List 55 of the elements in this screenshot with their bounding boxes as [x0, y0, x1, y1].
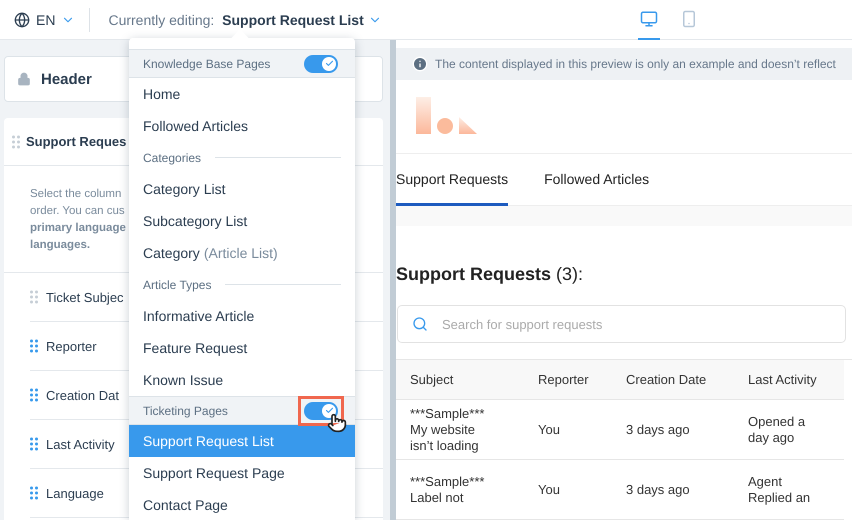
- toggle-switch[interactable]: [304, 402, 338, 420]
- column-label: Creation Dat: [46, 388, 119, 402]
- column-header: Subject: [396, 360, 524, 400]
- table-cell: Opened a day ago: [734, 400, 844, 460]
- table-cell: 3 days ago: [612, 460, 734, 520]
- menu-item[interactable]: Contact Page: [129, 489, 355, 520]
- menu-item[interactable]: Informative Article: [129, 300, 355, 332]
- logo-drawing: [416, 97, 478, 136]
- column-header: Creation Date: [612, 360, 734, 400]
- column-label: Ticket Subjec: [46, 290, 124, 304]
- search-field[interactable]: Search for support requests: [397, 305, 846, 343]
- desktop-icon: [640, 10, 658, 28]
- section-title: Knowledge Base Pages: [143, 56, 270, 70]
- section-heading: Support Requests (3):: [396, 264, 584, 285]
- menu-item[interactable]: Home: [129, 78, 355, 110]
- page-selector[interactable]: Currently editing: Support Request List: [108, 12, 382, 28]
- column-label: Last Activity: [46, 436, 115, 452]
- column-header: Last Activity: [734, 360, 844, 400]
- drag-handle-icon[interactable]: [12, 134, 20, 148]
- table-cell: ***Sample*** My website isn’t loading: [396, 400, 524, 460]
- column-label: Reporter: [46, 338, 97, 354]
- drag-handle-icon[interactable]: [30, 437, 38, 451]
- menu-item[interactable]: Followed Articles: [129, 110, 355, 142]
- tab[interactable]: Followed Articles: [544, 154, 650, 206]
- section-title: Ticketing Pages: [143, 404, 228, 418]
- menu-item[interactable]: Category List: [129, 173, 355, 205]
- table-cell: ***Sample*** Label not: [396, 460, 524, 520]
- check-icon: [324, 59, 334, 68]
- language-selector[interactable]: EN: [14, 8, 90, 32]
- subheading: Article Types: [143, 278, 212, 292]
- drag-handle-icon[interactable]: [30, 290, 38, 304]
- toggle-switch[interactable]: [304, 54, 338, 72]
- drag-handle-icon[interactable]: [30, 486, 38, 500]
- table-cell: Agent Replied an: [734, 460, 844, 520]
- subheading: Categories: [143, 150, 202, 164]
- menu-item[interactable]: Category (Article List): [129, 237, 355, 269]
- table-cell: 3 days ago: [612, 400, 734, 460]
- card-title: Support Reques: [26, 134, 126, 149]
- drag-handle-icon[interactable]: [30, 339, 38, 353]
- info-icon: [412, 56, 428, 72]
- menu-item[interactable]: Subcategory List: [129, 205, 355, 237]
- globe-icon: [14, 12, 30, 28]
- search-icon: [412, 316, 428, 332]
- mobile-icon: [680, 10, 698, 28]
- menu-item[interactable]: Support Request Page: [129, 457, 355, 489]
- menu-item[interactable]: Known Issue: [129, 364, 355, 396]
- table-cell: You: [524, 460, 612, 520]
- notice-text: The content displayed in this preview is only an example and doesn’t reflect: [435, 56, 836, 71]
- menu-item[interactable]: Feature Request: [129, 332, 355, 364]
- drag-handle-icon[interactable]: [30, 388, 38, 402]
- card-title: Header: [41, 70, 92, 88]
- column-label: Language: [46, 486, 104, 500]
- column-header: Reporter: [524, 360, 612, 400]
- check-icon: [324, 406, 334, 415]
- table-cell: You: [524, 400, 612, 460]
